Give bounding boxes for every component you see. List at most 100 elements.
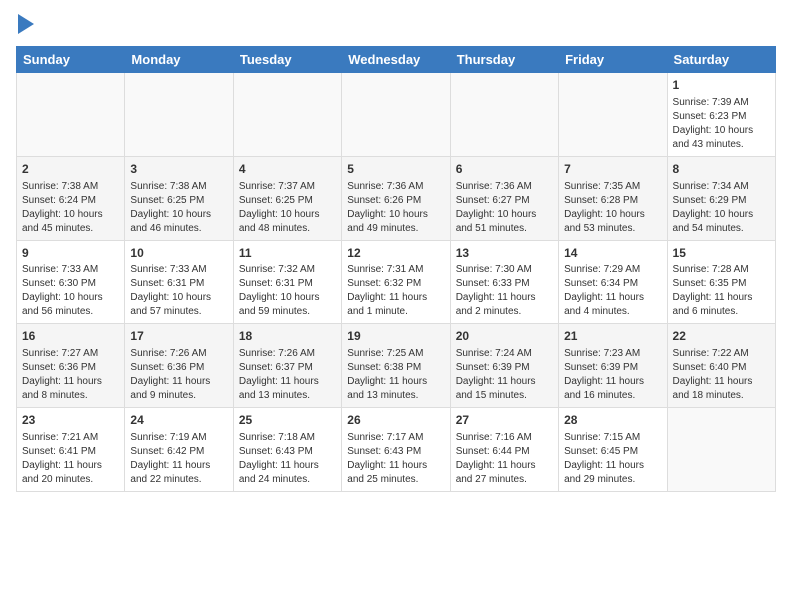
day-number: 8 bbox=[673, 161, 770, 178]
day-info: Sunrise: 7:28 AM Sunset: 6:35 PM Dayligh… bbox=[673, 263, 770, 319]
calendar-day-cell: 23Sunrise: 7:21 AM Sunset: 6:41 PM Dayli… bbox=[17, 408, 125, 492]
day-info: Sunrise: 7:27 AM Sunset: 6:36 PM Dayligh… bbox=[22, 347, 119, 403]
calendar-day-cell: 8 Sunrise: 7:34 AM Sunset: 6:29 PM Daylig… bbox=[667, 156, 775, 240]
day-number: 6 bbox=[456, 161, 553, 178]
day-number: 26 bbox=[347, 412, 444, 429]
day-number: 18 bbox=[239, 328, 336, 345]
calendar-table: SundayMondayTuesdayWednesdayThursdayFrid… bbox=[16, 46, 776, 492]
day-number: 12 bbox=[347, 245, 444, 262]
day-info: Sunrise: 7:18 AM Sunset: 6:43 PM Dayligh… bbox=[239, 431, 336, 487]
calendar-empty-cell bbox=[17, 73, 125, 157]
weekday-header-saturday: Saturday bbox=[667, 47, 775, 73]
calendar-empty-cell bbox=[450, 73, 558, 157]
day-info: Sunrise: 7:15 AM Sunset: 6:45 PM Dayligh… bbox=[564, 431, 661, 487]
day-info: Sunrise: 7:23 AM Sunset: 6:39 PM Dayligh… bbox=[564, 347, 661, 403]
day-info: Sunrise: 7:34 AM Sunset: 6:29 PM Dayligh… bbox=[673, 180, 770, 236]
calendar-day-cell: 21 Sunrise: 7:23 AM Sunset: 6:39 PM Dayli… bbox=[559, 324, 667, 408]
day-number: 24 bbox=[130, 412, 227, 429]
calendar-empty-cell bbox=[342, 73, 450, 157]
day-number: 11 bbox=[239, 245, 336, 262]
day-number: 1 bbox=[673, 77, 770, 94]
day-number: 28 bbox=[564, 412, 661, 429]
calendar-day-cell: 26 Sunrise: 7:17 AM Sunset: 6:43 PM Dayli… bbox=[342, 408, 450, 492]
weekday-header-friday: Friday bbox=[559, 47, 667, 73]
calendar-empty-cell bbox=[559, 73, 667, 157]
day-info: Sunrise: 7:39 AM Sunset: 6:23 PM Dayligh… bbox=[673, 96, 770, 152]
day-number: 27 bbox=[456, 412, 553, 429]
calendar-day-cell: 2 Sunrise: 7:38 AM Sunset: 6:24 PM Daylig… bbox=[17, 156, 125, 240]
day-number: 16 bbox=[22, 328, 119, 345]
day-number: 20 bbox=[456, 328, 553, 345]
day-info: Sunrise: 7:30 AM Sunset: 6:33 PM Dayligh… bbox=[456, 263, 553, 319]
day-number: 21 bbox=[564, 328, 661, 345]
day-number: 4 bbox=[239, 161, 336, 178]
calendar-day-cell: 20 Sunrise: 7:24 AM Sunset: 6:39 PM Dayli… bbox=[450, 324, 558, 408]
day-number: 17 bbox=[130, 328, 227, 345]
calendar-day-cell: 6 Sunrise: 7:36 AM Sunset: 6:27 PM Daylig… bbox=[450, 156, 558, 240]
day-info: Sunrise: 7:26 AM Sunset: 6:36 PM Dayligh… bbox=[130, 347, 227, 403]
weekday-header-thursday: Thursday bbox=[450, 47, 558, 73]
calendar-week-row: 16 Sunrise: 7:27 AM Sunset: 6:36 PM Dayli… bbox=[17, 324, 776, 408]
calendar-day-cell: 15Sunrise: 7:28 AM Sunset: 6:35 PM Dayli… bbox=[667, 240, 775, 324]
day-info: Sunrise: 7:16 AM Sunset: 6:44 PM Dayligh… bbox=[456, 431, 553, 487]
day-info: Sunrise: 7:31 AM Sunset: 6:32 PM Dayligh… bbox=[347, 263, 444, 319]
calendar-day-cell: 13Sunrise: 7:30 AM Sunset: 6:33 PM Dayli… bbox=[450, 240, 558, 324]
day-info: Sunrise: 7:33 AM Sunset: 6:30 PM Dayligh… bbox=[22, 263, 119, 319]
calendar-day-cell: 11Sunrise: 7:32 AM Sunset: 6:31 PM Dayli… bbox=[233, 240, 341, 324]
calendar-week-row: 1 Sunrise: 7:39 AM Sunset: 6:23 PM Daylig… bbox=[17, 73, 776, 157]
calendar-empty-cell bbox=[667, 408, 775, 492]
day-info: Sunrise: 7:38 AM Sunset: 6:25 PM Dayligh… bbox=[130, 180, 227, 236]
calendar-empty-cell bbox=[233, 73, 341, 157]
weekday-header-tuesday: Tuesday bbox=[233, 47, 341, 73]
weekday-header-sunday: Sunday bbox=[17, 47, 125, 73]
calendar-day-cell: 22 Sunrise: 7:22 AM Sunset: 6:40 PM Dayli… bbox=[667, 324, 775, 408]
day-number: 14 bbox=[564, 245, 661, 262]
calendar-day-cell: 16 Sunrise: 7:27 AM Sunset: 6:36 PM Dayli… bbox=[17, 324, 125, 408]
calendar-day-cell: 17 Sunrise: 7:26 AM Sunset: 6:36 PM Dayli… bbox=[125, 324, 233, 408]
day-info: Sunrise: 7:19 AM Sunset: 6:42 PM Dayligh… bbox=[130, 431, 227, 487]
day-number: 5 bbox=[347, 161, 444, 178]
day-number: 9 bbox=[22, 245, 119, 262]
day-info: Sunrise: 7:35 AM Sunset: 6:28 PM Dayligh… bbox=[564, 180, 661, 236]
calendar-day-cell: 12Sunrise: 7:31 AM Sunset: 6:32 PM Dayli… bbox=[342, 240, 450, 324]
day-info: Sunrise: 7:37 AM Sunset: 6:25 PM Dayligh… bbox=[239, 180, 336, 236]
calendar-day-cell: 7 Sunrise: 7:35 AM Sunset: 6:28 PM Daylig… bbox=[559, 156, 667, 240]
calendar-day-cell: 18 Sunrise: 7:26 AM Sunset: 6:37 PM Dayli… bbox=[233, 324, 341, 408]
day-number: 10 bbox=[130, 245, 227, 262]
logo-arrow-icon bbox=[18, 14, 34, 34]
calendar-day-cell: 27 Sunrise: 7:16 AM Sunset: 6:44 PM Dayli… bbox=[450, 408, 558, 492]
calendar-header-row: SundayMondayTuesdayWednesdayThursdayFrid… bbox=[17, 47, 776, 73]
day-info: Sunrise: 7:32 AM Sunset: 6:31 PM Dayligh… bbox=[239, 263, 336, 319]
calendar-day-cell: 1 Sunrise: 7:39 AM Sunset: 6:23 PM Daylig… bbox=[667, 73, 775, 157]
day-number: 7 bbox=[564, 161, 661, 178]
weekday-header-wednesday: Wednesday bbox=[342, 47, 450, 73]
day-number: 15 bbox=[673, 245, 770, 262]
day-info: Sunrise: 7:29 AM Sunset: 6:34 PM Dayligh… bbox=[564, 263, 661, 319]
calendar-day-cell: 28 Sunrise: 7:15 AM Sunset: 6:45 PM Dayli… bbox=[559, 408, 667, 492]
calendar-day-cell: 4 Sunrise: 7:37 AM Sunset: 6:25 PM Daylig… bbox=[233, 156, 341, 240]
day-number: 2 bbox=[22, 161, 119, 178]
day-info: Sunrise: 7:36 AM Sunset: 6:26 PM Dayligh… bbox=[347, 180, 444, 236]
calendar-empty-cell bbox=[125, 73, 233, 157]
page-header bbox=[16, 16, 776, 34]
day-info: Sunrise: 7:17 AM Sunset: 6:43 PM Dayligh… bbox=[347, 431, 444, 487]
calendar-day-cell: 5 Sunrise: 7:36 AM Sunset: 6:26 PM Daylig… bbox=[342, 156, 450, 240]
day-info: Sunrise: 7:22 AM Sunset: 6:40 PM Dayligh… bbox=[673, 347, 770, 403]
day-info: Sunrise: 7:36 AM Sunset: 6:27 PM Dayligh… bbox=[456, 180, 553, 236]
day-info: Sunrise: 7:38 AM Sunset: 6:24 PM Dayligh… bbox=[22, 180, 119, 236]
calendar-week-row: 2 Sunrise: 7:38 AM Sunset: 6:24 PM Daylig… bbox=[17, 156, 776, 240]
calendar-day-cell: 24 Sunrise: 7:19 AM Sunset: 6:42 PM Dayli… bbox=[125, 408, 233, 492]
calendar-day-cell: 10Sunrise: 7:33 AM Sunset: 6:31 PM Dayli… bbox=[125, 240, 233, 324]
day-info: Sunrise: 7:24 AM Sunset: 6:39 PM Dayligh… bbox=[456, 347, 553, 403]
calendar-day-cell: 3 Sunrise: 7:38 AM Sunset: 6:25 PM Daylig… bbox=[125, 156, 233, 240]
day-number: 22 bbox=[673, 328, 770, 345]
calendar-week-row: 23Sunrise: 7:21 AM Sunset: 6:41 PM Dayli… bbox=[17, 408, 776, 492]
calendar-week-row: 9Sunrise: 7:33 AM Sunset: 6:30 PM Daylig… bbox=[17, 240, 776, 324]
day-info: Sunrise: 7:26 AM Sunset: 6:37 PM Dayligh… bbox=[239, 347, 336, 403]
day-info: Sunrise: 7:25 AM Sunset: 6:38 PM Dayligh… bbox=[347, 347, 444, 403]
calendar-day-cell: 9Sunrise: 7:33 AM Sunset: 6:30 PM Daylig… bbox=[17, 240, 125, 324]
day-number: 3 bbox=[130, 161, 227, 178]
day-number: 25 bbox=[239, 412, 336, 429]
calendar-day-cell: 19Sunrise: 7:25 AM Sunset: 6:38 PM Dayli… bbox=[342, 324, 450, 408]
day-info: Sunrise: 7:33 AM Sunset: 6:31 PM Dayligh… bbox=[130, 263, 227, 319]
